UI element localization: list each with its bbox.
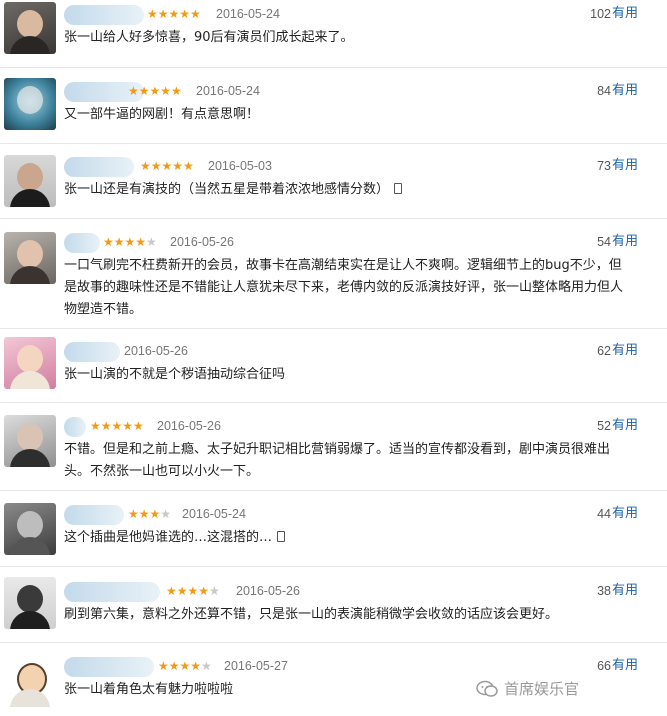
review-date: 2016-05-27: [224, 659, 288, 673]
user-name-blurred[interactable]: [64, 657, 154, 677]
wechat-icon: [476, 680, 498, 697]
useful-button[interactable]: 有用: [612, 417, 638, 435]
useful-button[interactable]: 有用: [612, 342, 638, 360]
review-text: 张一山还是有演技的（当然五星是带着浓浓地感情分数）: [64, 179, 632, 201]
useful-button[interactable]: 有用: [612, 5, 638, 23]
divider: [0, 642, 667, 643]
user-name-blurred[interactable]: [64, 417, 86, 437]
user-avatar[interactable]: [4, 337, 56, 389]
user-avatar[interactable]: [4, 2, 56, 54]
useful-count: 38: [597, 584, 611, 598]
rating-stars: ★★★★★: [103, 235, 157, 249]
divider: [0, 328, 667, 329]
mobile-icon: [394, 183, 403, 194]
useful-button[interactable]: 有用: [612, 657, 638, 675]
review-text: 一口气刷完不枉费新开的会员，故事卡在高潮结束实在是让人不爽啊。逻辑细节上的bug…: [64, 258, 624, 317]
review-date: 2016-05-26: [236, 584, 300, 598]
review-date: 2016-05-24: [182, 507, 246, 521]
rating-stars: ★★★★: [128, 507, 172, 521]
user-name-blurred[interactable]: [64, 505, 124, 525]
user-name-blurred[interactable]: [64, 5, 144, 25]
rating-stars: ★★★★★: [158, 659, 212, 673]
useful-button[interactable]: 有用: [612, 233, 638, 251]
user-avatar[interactable]: [4, 655, 56, 707]
user-avatar[interactable]: [4, 415, 56, 467]
divider: [0, 143, 667, 144]
user-name-blurred[interactable]: [64, 582, 160, 602]
useful-button[interactable]: 有用: [612, 582, 638, 600]
useful-count: 66: [597, 659, 611, 673]
useful-count: 52: [597, 419, 611, 433]
user-name-blurred[interactable]: [64, 342, 120, 362]
user-avatar[interactable]: [4, 503, 56, 555]
divider: [0, 402, 667, 403]
useful-button[interactable]: 有用: [612, 157, 638, 175]
rating-stars: ★★★★★: [128, 84, 182, 98]
watermark: 首席娱乐官: [476, 676, 579, 702]
user-avatar[interactable]: [4, 577, 56, 629]
review-date: 2016-05-26: [157, 419, 221, 433]
useful-count: 44: [597, 507, 611, 521]
rating-stars: ★★★★★: [140, 159, 194, 173]
rating-stars: ★★★★★: [147, 7, 201, 21]
review-text: 张一山演的不就是个秽语抽动综合征吗: [64, 367, 286, 382]
user-name-blurred[interactable]: [64, 233, 100, 253]
user-avatar[interactable]: [4, 232, 56, 284]
divider: [0, 67, 667, 68]
review-text: 又一部牛逼的网剧！有点意思啊！: [64, 107, 260, 122]
user-avatar[interactable]: [4, 78, 56, 130]
useful-count: 102: [590, 7, 611, 21]
useful-count: 62: [597, 344, 611, 358]
divider: [0, 218, 667, 219]
watermark-text: 首席娱乐官: [504, 680, 580, 698]
user-name-blurred[interactable]: [64, 157, 134, 177]
useful-button[interactable]: 有用: [612, 505, 638, 523]
review-date: 2016-05-03: [208, 159, 272, 173]
review-text: 刷到第六集，意料之外还算不错，只是张一山的表演能稍微学会收敛的话应该会更好。: [64, 607, 559, 622]
review-date: 2016-05-24: [216, 7, 280, 21]
review-text: 张一山给人好多惊喜，90后有演员们成长起来了。: [64, 30, 354, 45]
review-text: 这个插曲是他妈谁选的…这混搭的…: [64, 527, 632, 549]
rating-stars: ★★★★★: [90, 419, 144, 433]
review-date: 2016-05-26: [170, 235, 234, 249]
useful-count: 84: [597, 84, 611, 98]
mobile-icon: [277, 531, 286, 542]
divider: [0, 490, 667, 491]
useful-count: 73: [597, 159, 611, 173]
review-date: 2016-05-24: [196, 84, 260, 98]
useful-count: 54: [597, 235, 611, 249]
divider: [0, 566, 667, 567]
rating-stars: ★★★★★: [166, 584, 220, 598]
user-avatar[interactable]: [4, 155, 56, 207]
review-date: 2016-05-26: [124, 344, 188, 358]
review-text: 不错。但是和之前上瘾、太子妃升职记相比营销弱爆了。适当的宣传都没看到，剧中演员很…: [64, 442, 611, 479]
useful-button[interactable]: 有用: [612, 82, 638, 100]
reviews-page: ★★★★★ 2016-05-24 102 有用 张一山给人好多惊喜，90后有演员…: [0, 0, 667, 716]
